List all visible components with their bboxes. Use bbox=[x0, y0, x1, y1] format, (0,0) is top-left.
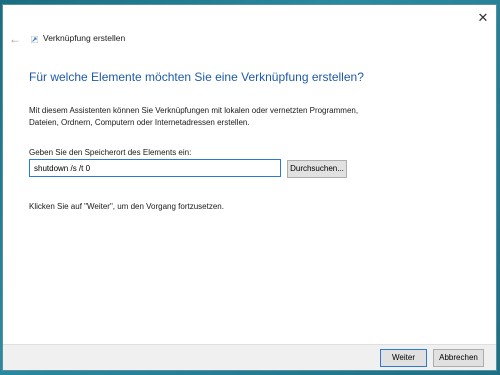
location-input[interactable] bbox=[29, 159, 281, 177]
page-heading: Für welche Elemente möchten Sie eine Ver… bbox=[29, 70, 364, 84]
window-title: Verknüpfung erstellen bbox=[43, 33, 126, 43]
description-line-1: Mit diesem Assistenten können Sie Verknü… bbox=[29, 106, 359, 115]
description-text: Mit diesem Assistenten können Sie Verknü… bbox=[29, 105, 389, 129]
close-icon[interactable]: ✕ bbox=[474, 9, 492, 27]
desktop-background: ✕ ← Verknüpfung erstellen Für welche Ele… bbox=[0, 0, 500, 375]
dialog-footer: Weiter Abbrechen bbox=[3, 344, 496, 370]
cancel-button[interactable]: Abbrechen bbox=[433, 349, 484, 367]
next-button[interactable]: Weiter bbox=[380, 349, 427, 367]
back-arrow-icon[interactable]: ← bbox=[9, 33, 23, 45]
description-line-2: Dateien, Ordnern, Computern oder Interne… bbox=[29, 118, 250, 127]
create-shortcut-dialog: ✕ ← Verknüpfung erstellen Für welche Ele… bbox=[2, 4, 497, 371]
instruction-text: Klicken Sie auf "Weiter", um den Vorgang… bbox=[29, 202, 224, 211]
location-label: Geben Sie den Speicherort des Elements e… bbox=[29, 148, 192, 157]
shortcut-icon bbox=[31, 36, 38, 43]
browse-button[interactable]: Durchsuchen... bbox=[287, 160, 347, 178]
